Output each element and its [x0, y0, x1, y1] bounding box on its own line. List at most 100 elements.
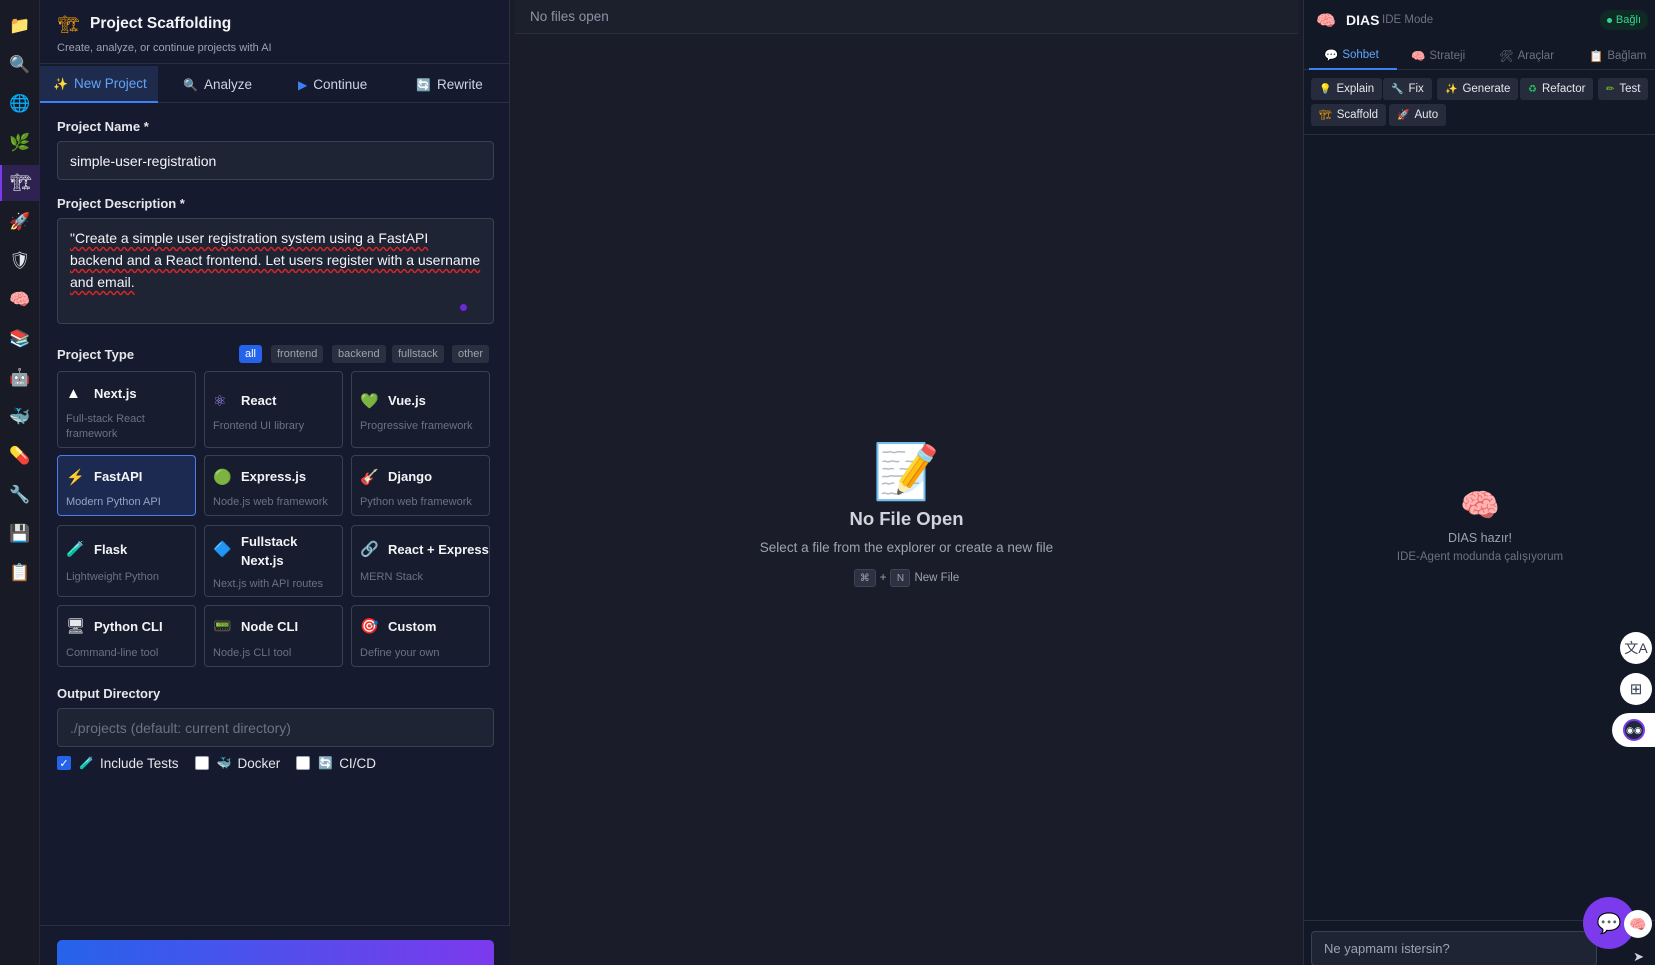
- brain-icon[interactable]: 🧠: [0, 282, 40, 318]
- tab-continue[interactable]: ▶ Continue: [298, 66, 367, 103]
- options-row: ✓ 🧪 Include Tests 🐳 Docker 🔄 CI/CD: [57, 754, 376, 772]
- apps-grid-icon[interactable]: ⊞: [1620, 673, 1652, 705]
- create-project-button[interactable]: [57, 940, 494, 965]
- type-card-react[interactable]: ⚛ React Frontend UI library: [204, 371, 343, 448]
- type-card-django[interactable]: 🎸 Django Python web framework: [351, 455, 490, 516]
- include-tests-checkbox[interactable]: ✓: [57, 756, 71, 770]
- type-card-python-cli[interactable]: 🖥 Python CLI Command-line tool: [57, 605, 196, 667]
- output-directory-input[interactable]: ./projects (default: current directory): [57, 708, 494, 747]
- chat-input[interactable]: Ne yapmamı istersin?: [1311, 931, 1597, 965]
- clipboard-icon: 📋: [1589, 51, 1604, 63]
- search-icon[interactable]: 🔍: [0, 47, 40, 83]
- card-title: Express.js: [241, 469, 307, 484]
- atom-icon: ⚛: [213, 393, 227, 410]
- type-card-vuejs[interactable]: 💚 Vue.js Progressive framework: [351, 371, 490, 448]
- tab-new-project[interactable]: ✨ New Project: [40, 66, 158, 103]
- dias-mode-text: IDE-Agent modunda çalışıyorum: [1396, 551, 1564, 563]
- floppy-disk-icon[interactable]: 💾: [0, 516, 40, 552]
- output-directory-placeholder: ./projects (default: current directory): [70, 719, 291, 736]
- test-button[interactable]: ✏ Test: [1598, 78, 1649, 100]
- send-icon[interactable]: ➤: [1633, 949, 1644, 965]
- new-file-shortcut: ⌘ + N New File: [515, 569, 1298, 587]
- bot-face-icon: ◉◉: [1623, 719, 1645, 741]
- git-icon[interactable]: 🌿: [0, 125, 40, 161]
- scaffold-icon[interactable]: 🏗: [0, 165, 40, 201]
- tab-analyze[interactable]: 🔍 Analyze: [183, 66, 252, 103]
- type-card-expressjs[interactable]: 🟢 Express.js Node.js web framework: [204, 455, 343, 516]
- type-card-nextjs[interactable]: ▲ Next.js Full-stack React framework: [57, 371, 196, 448]
- rocket-icon[interactable]: 🚀: [0, 204, 40, 240]
- project-description-input[interactable]: "Create a simple user registration syste…: [57, 218, 494, 324]
- docker-checkbox[interactable]: [194, 756, 209, 770]
- wrench-icon[interactable]: 🔧: [0, 477, 40, 513]
- filter-frontend[interactable]: frontend: [271, 345, 324, 363]
- tab-strateji[interactable]: 🧠 Strateji: [1411, 42, 1465, 70]
- brain-icon: 🧠: [1411, 51, 1426, 63]
- empty-title: No File Open: [849, 508, 964, 529]
- output-directory-label: Output Directory: [57, 686, 161, 701]
- plus-sign: +: [879, 572, 887, 584]
- dias-panel: 🧠 DIAS IDE Mode Bağlı 💬 Sohbet 🧠 Stratej…: [1303, 0, 1655, 965]
- diamond-icon: 🔷: [213, 541, 232, 558]
- dias-mode: IDE Mode: [1382, 14, 1434, 26]
- tab-label: Analyze: [203, 77, 252, 92]
- card-description: Progressive framework: [360, 420, 473, 432]
- type-card-custom[interactable]: 🎯 Custom Define your own: [351, 605, 490, 667]
- filter-all[interactable]: all: [239, 345, 263, 363]
- play-icon: ▶: [298, 77, 308, 92]
- filter-fullstack[interactable]: fullstack: [392, 345, 444, 363]
- type-card-flask[interactable]: 🧪 Flask Lightweight Python: [57, 525, 196, 597]
- explain-button[interactable]: 💡 Explain: [1311, 78, 1383, 100]
- robot-icon[interactable]: 🤖: [0, 360, 40, 396]
- translate-icon[interactable]: 文A: [1620, 632, 1652, 664]
- shield-icon[interactable]: 🛡: [0, 243, 40, 279]
- project-name-input[interactable]: simple-user-registration: [57, 141, 494, 180]
- wrench-icon: 🔧: [1391, 83, 1404, 95]
- editor-tab-bar: No files open: [515, 0, 1298, 34]
- type-card-fullstack-nextjs[interactable]: 🔷 Fullstack Next.js Next.js with API rou…: [204, 525, 343, 597]
- fix-button[interactable]: 🔧 Fix: [1383, 78, 1432, 100]
- lightbulb-icon: 💡: [1319, 83, 1332, 95]
- type-card-react-express[interactable]: 🔗 React + Express MERN Stack: [351, 525, 490, 597]
- type-card-node-cli[interactable]: 📟 Node CLI Node.js CLI tool: [204, 605, 343, 667]
- construction-icon: 🏗: [58, 15, 80, 34]
- cicd-checkbox[interactable]: [296, 756, 311, 770]
- refactor-button[interactable]: ♻ Refactor: [1520, 78, 1594, 100]
- cycle-icon: 🔄: [318, 756, 334, 770]
- card-description: Command-line tool: [66, 647, 159, 659]
- tab-label: New Project: [73, 76, 147, 91]
- card-description: Define your own: [360, 647, 440, 659]
- assistant-bot-button[interactable]: ◉◉: [1612, 713, 1655, 747]
- triangle-icon: ▲: [66, 385, 81, 402]
- books-icon[interactable]: 📚: [0, 321, 40, 357]
- type-card-fastapi[interactable]: ⚡ FastAPI Modern Python API: [57, 455, 196, 516]
- docker-icon[interactable]: 🐳: [0, 399, 40, 435]
- pencil-icon: ✏: [1606, 83, 1615, 95]
- brain-icon: 🧠: [1460, 487, 1500, 523]
- card-description: Python web framework: [360, 496, 472, 508]
- clipboard-icon[interactable]: 📋: [0, 555, 40, 591]
- generate-button[interactable]: ✨ Generate: [1437, 78, 1519, 100]
- auto-button[interactable]: 🚀 Auto: [1389, 104, 1447, 126]
- editor-area: No files open 📝 No File Open Select a fi…: [515, 0, 1298, 965]
- dias-header: 🧠 DIAS IDE Mode Bağlı: [1304, 0, 1655, 40]
- docker-label: Docker: [237, 755, 281, 771]
- card-title: Flask: [94, 542, 128, 557]
- card-description: Modern Python API: [66, 496, 161, 508]
- monitor-icon: 🖥: [66, 618, 86, 635]
- scaffold-button[interactable]: 🏗 Scaffold: [1311, 104, 1387, 126]
- filter-other[interactable]: other: [452, 345, 490, 363]
- filter-backend[interactable]: backend: [332, 345, 386, 363]
- tab-sohbet[interactable]: 💬 Sohbet: [1309, 42, 1397, 70]
- globe-icon[interactable]: 🌐: [0, 86, 40, 122]
- tab-rewrite[interactable]: 🔄 Rewrite: [416, 66, 483, 103]
- green-circle-icon: 🟢: [213, 469, 232, 486]
- tab-araclar[interactable]: 🛠 Araçlar: [1499, 42, 1554, 70]
- tab-baglam[interactable]: 📋 Bağlam: [1589, 42, 1646, 70]
- pill-icon[interactable]: 💊: [0, 438, 40, 474]
- brain-widget-icon[interactable]: 🧠: [1624, 910, 1652, 938]
- card-description: Lightweight Python: [66, 571, 159, 583]
- explorer-icon[interactable]: 📁: [0, 8, 40, 44]
- card-description: Full-stack React framework: [66, 413, 145, 440]
- guitar-icon: 🎸: [360, 469, 379, 486]
